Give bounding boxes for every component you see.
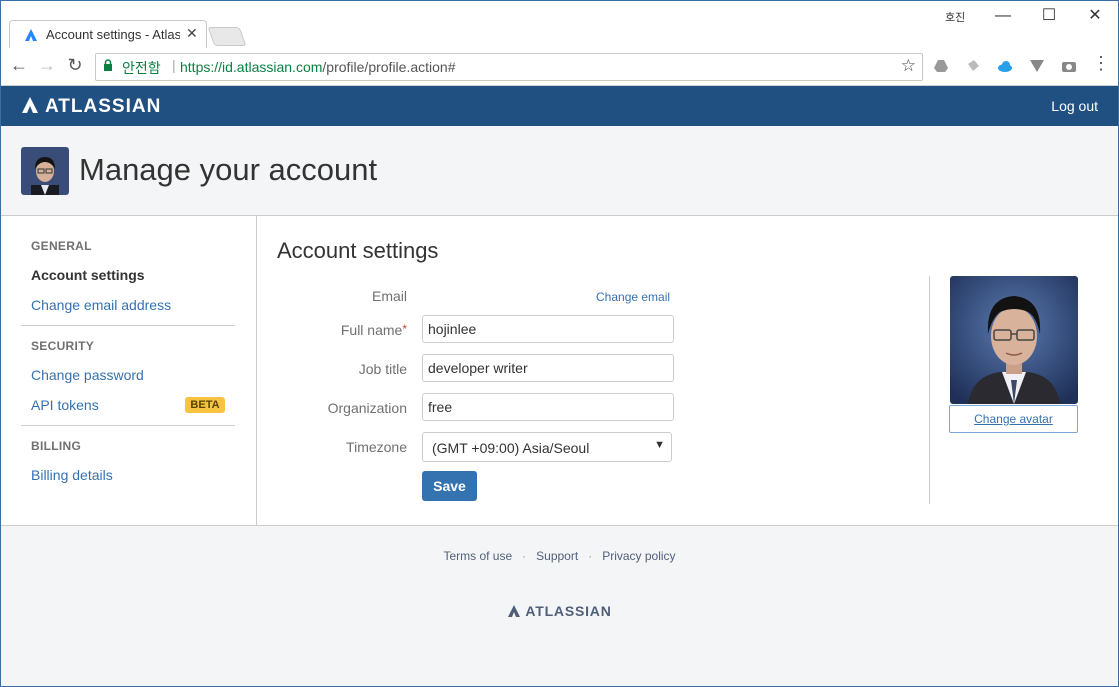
page-header: Manage your account [1, 126, 1118, 216]
secure-label: 안전함 [122, 60, 161, 76]
cloud-extension-icon[interactable] [997, 58, 1013, 74]
vertical-divider [929, 276, 930, 504]
footer-links: Terms of use · Support · Privacy policy [1, 549, 1118, 563]
fullname-label: Full name* [341, 322, 407, 338]
tab-close-icon[interactable]: ✕ [186, 25, 198, 42]
minimize-button[interactable]: — [988, 5, 1018, 27]
profile-button[interactable]: 호진 [945, 9, 965, 25]
email-label: Email [371, 288, 407, 304]
drive-extension-icon[interactable] [933, 58, 949, 74]
camera-extension-icon[interactable] [1061, 58, 1077, 74]
beta-badge: BETA [185, 397, 225, 413]
bookmark-star-icon[interactable]: ☆ [901, 56, 916, 76]
terms-link[interactable]: Terms of use [443, 549, 512, 563]
atlassian-favicon-icon [24, 28, 38, 45]
address-bar[interactable]: 안전함 | https://id.atlassian.com/profile/p… [95, 53, 923, 81]
sidebar-item-account-settings[interactable]: Account settings [31, 267, 145, 283]
timezone-select[interactable]: (GMT +09:00) Asia/Seoul ▼ [422, 432, 672, 462]
sidebar-heading-general: GENERAL [31, 239, 92, 253]
fullname-label-text: Full name [340, 322, 403, 338]
sidebar-heading-security: SECURITY [31, 339, 95, 353]
change-avatar-button[interactable]: Change avatar [949, 405, 1078, 433]
save-button[interactable]: Save [422, 471, 477, 501]
sidebar-heading-billing: BILLING [31, 439, 82, 453]
browser-toolbar: ← → ↻ 안전함 | https://id.atlassian.com/pro… [1, 48, 1118, 86]
sidebar-divider [21, 425, 235, 426]
support-link[interactable]: Support [536, 549, 578, 563]
clip-extension-icon[interactable] [965, 58, 981, 74]
section-title: Account settings [277, 238, 439, 263]
page-title: Manage your account [79, 152, 378, 187]
privacy-link[interactable]: Privacy policy [602, 549, 675, 563]
footer-separator: · [522, 549, 527, 563]
forward-arrow-icon[interactable]: → [35, 55, 59, 76]
sidebar-item-api-tokens[interactable]: API tokens [31, 397, 99, 413]
footer-separator: · [588, 549, 593, 563]
title-bar: Account settings - Atlas ✕ 호진 — ☐ ✕ [1, 1, 1118, 49]
dropdown-arrow-icon: ▼ [654, 439, 665, 451]
jobtitle-field[interactable] [422, 354, 674, 382]
fullname-field[interactable] [422, 315, 674, 343]
avatar[interactable] [21, 147, 69, 195]
jobtitle-label: Job title [358, 361, 407, 377]
footer: Terms of use · Support · Privacy policy ATLA… [1, 525, 1118, 686]
organization-label: Organization [327, 400, 407, 416]
sidebar-divider [21, 325, 235, 326]
vue-extension-icon[interactable] [1029, 58, 1045, 74]
logout-link[interactable]: Log out [1051, 98, 1098, 114]
organization-field[interactable] [422, 393, 674, 421]
sidebar: GENERAL Account settings Change email ad… [1, 216, 257, 525]
omnibox-separator: | [172, 57, 176, 73]
window-close-button[interactable]: ✕ [1080, 5, 1110, 27]
new-tab-button[interactable] [207, 27, 247, 46]
required-asterisk: * [402, 322, 407, 336]
chrome-menu-icon[interactable]: ⋮ [1089, 53, 1113, 74]
atlassian-mark-icon [22, 97, 38, 113]
url-path: /profile/profile.action# [322, 59, 456, 75]
browser-tab[interactable]: Account settings - Atlas ✕ [9, 20, 207, 49]
footer-brand-name: ATLASSIAN [525, 603, 612, 619]
main-content: Account settings Email Change email Full… [257, 216, 1118, 525]
profile-avatar[interactable] [950, 276, 1078, 404]
url-text: https://id.atlassian.com/profile/profile… [180, 59, 455, 75]
timezone-value: (GMT +09:00) Asia/Seoul [432, 440, 590, 456]
sidebar-item-change-email[interactable]: Change email address [31, 297, 171, 313]
back-arrow-icon[interactable]: ← [7, 55, 31, 76]
brand-name: ATLASSIAN [45, 96, 162, 117]
atlassian-mark-icon [508, 605, 521, 617]
browser-window: Account settings - Atlas ✕ 호진 — ☐ ✕ ← → … [0, 0, 1119, 687]
reload-icon[interactable]: ↻ [63, 55, 87, 76]
atlassian-logo[interactable]: ATLASSIAN [21, 96, 161, 118]
tab-title: Account settings - Atlas [46, 27, 180, 42]
sidebar-item-change-password[interactable]: Change password [31, 367, 144, 383]
change-email-link[interactable]: Change email [596, 290, 670, 304]
maximize-button[interactable]: ☐ [1034, 5, 1064, 27]
lock-icon [103, 59, 113, 75]
footer-atlassian-logo[interactable]: ATLASSIAN [1, 603, 1118, 619]
timezone-label: Timezone [346, 439, 407, 455]
url-host: https://id.atlassian.com [180, 59, 323, 75]
sidebar-item-billing-details[interactable]: Billing details [31, 467, 113, 483]
app-header: ATLASSIAN Log out [1, 86, 1118, 126]
